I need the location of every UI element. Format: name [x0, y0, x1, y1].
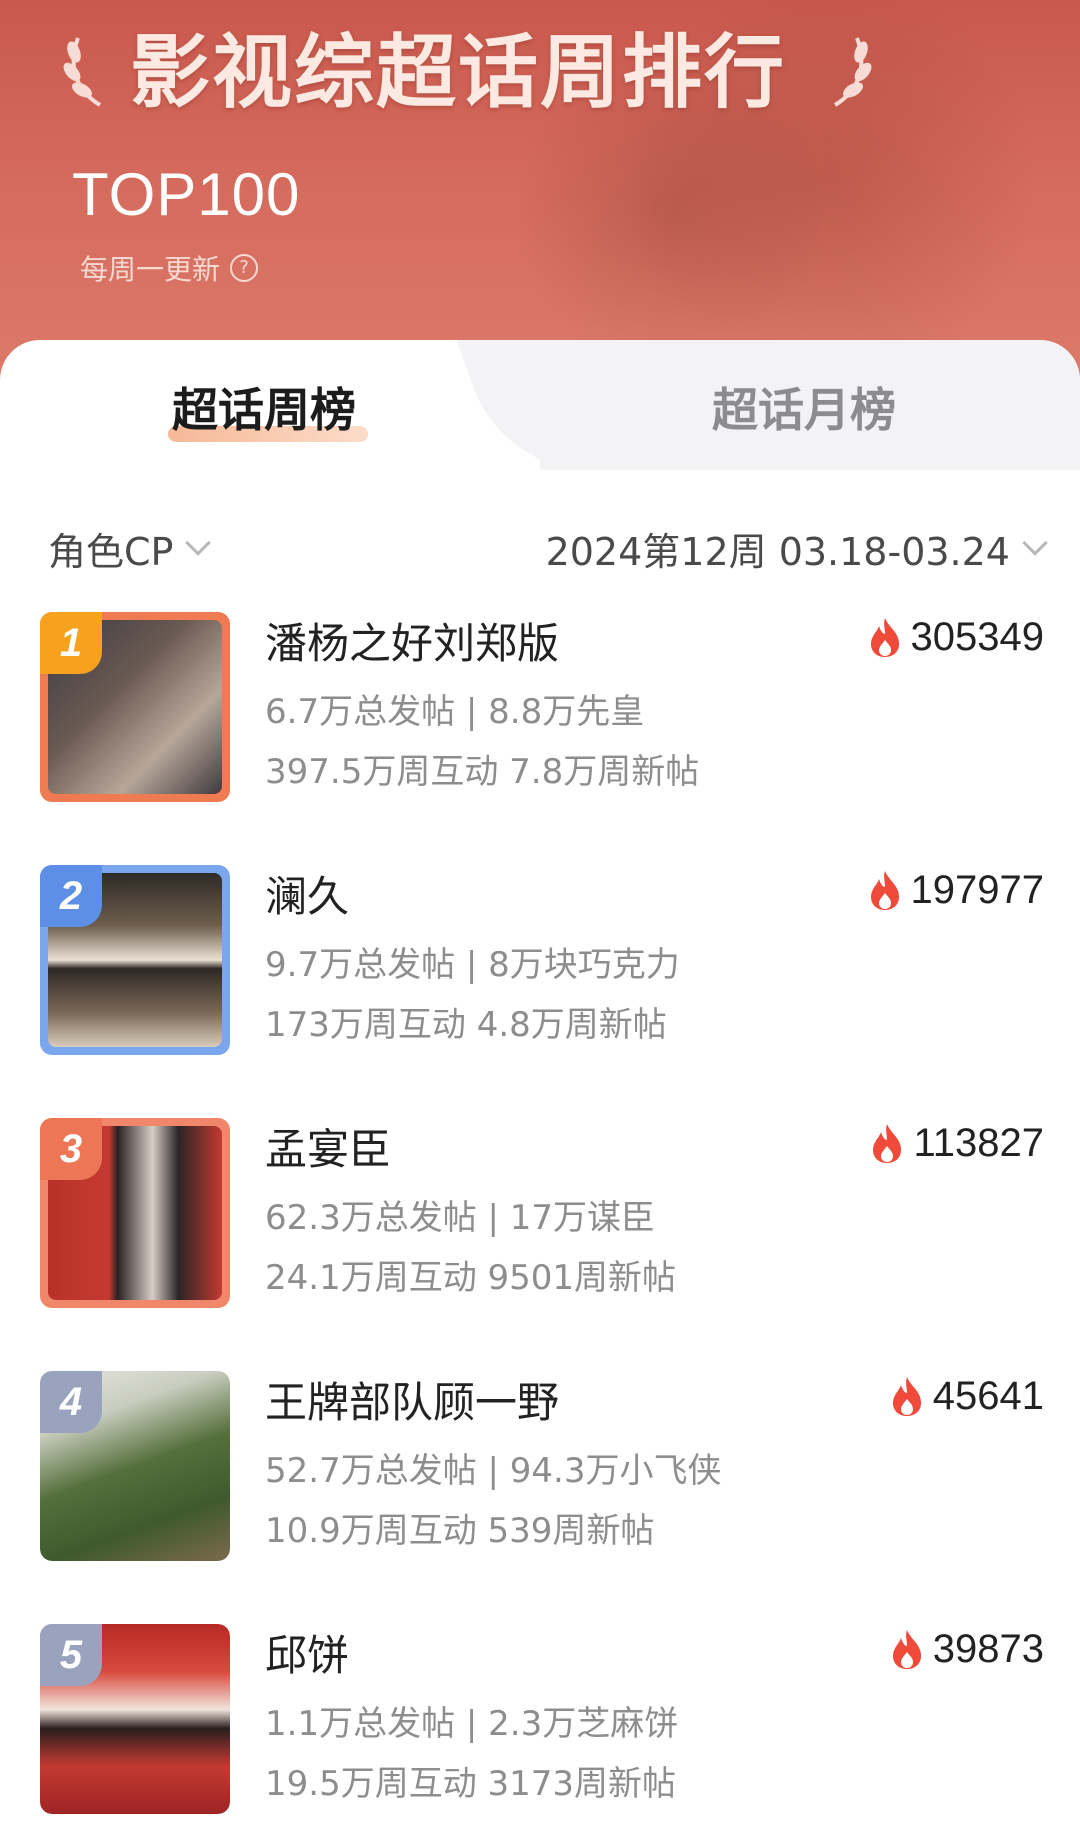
update-note-row: 每周一更新 ?: [80, 250, 259, 286]
rank-badge: 5: [40, 1624, 102, 1686]
list-item[interactable]: 5 邱饼 1.1万总发帖 | 2.3万芝麻饼 19.5万周互动 3173周新帖 …: [0, 1620, 1080, 1844]
flame-icon: [873, 1124, 902, 1163]
rank-badge: 3: [40, 1118, 102, 1180]
heat-value: 45641: [932, 1373, 1044, 1418]
heat-score: 45641: [889, 1371, 1044, 1421]
list-item[interactable]: 3 孟宴臣 62.3万总发帖 | 17万谋臣 24.1万周互动 9501周新帖 …: [0, 1114, 1080, 1367]
header-banner: 影视综超话周排行 TOP100 每周一更新 ?: [0, 0, 1080, 380]
item-title: 邱饼: [265, 1631, 350, 1680]
category-label: 角色CP: [48, 529, 174, 574]
flame-icon: [870, 618, 899, 657]
list-item[interactable]: 4 王牌部队顾一野 52.7万总发帖 | 94.3万小飞侠 10.9万周互动 5…: [0, 1367, 1080, 1620]
chevron-down-icon: [1022, 530, 1048, 556]
rank-badge: 2: [40, 865, 102, 927]
thumbnail-frame[interactable]: 1: [40, 612, 230, 802]
heat-value: 197977: [910, 867, 1044, 912]
item-stats: 1.1万总发帖 | 2.3万芝麻饼: [265, 1704, 679, 1744]
item-weekly-stats: 24.1万周互动 9501周新帖: [265, 1258, 677, 1298]
flame-icon: [892, 1630, 921, 1669]
heat-value: 305349: [910, 614, 1044, 659]
item-stats: 6.7万总发帖 | 8.8万先皇: [265, 692, 645, 732]
tab-monthly[interactable]: 超话月榜: [712, 380, 896, 440]
top100-label: TOP100: [72, 161, 301, 228]
tab-weekly[interactable]: 超话周榜: [172, 380, 356, 440]
thumbnail-frame[interactable]: 5: [40, 1624, 230, 1814]
item-weekly-stats: 397.5万周互动 7.8万周新帖: [265, 752, 700, 792]
tab-bar: 超话周榜 超话月榜: [0, 340, 1080, 480]
item-stats: 62.3万总发帖 | 17万谋臣: [265, 1198, 656, 1238]
item-weekly-stats: 173万周互动 4.8万周新帖: [265, 1005, 667, 1045]
flame-icon: [870, 871, 899, 910]
chevron-down-icon: [185, 530, 212, 556]
item-weekly-stats: 19.5万周互动 3173周新帖: [265, 1764, 677, 1804]
heat-score: 305349: [867, 612, 1044, 662]
item-stats: 52.7万总发帖 | 94.3万小飞侠: [265, 1451, 722, 1491]
item-title: 潘杨之好刘郑版: [265, 619, 560, 668]
heat-score: 39873: [889, 1624, 1044, 1674]
list-item[interactable]: 2 澜久 9.7万总发帖 | 8万块巧克力 173万周互动 4.8万周新帖 19…: [0, 861, 1080, 1114]
category-dropdown[interactable]: 角色CP: [48, 518, 212, 578]
page-title: 影视综超话周排行: [130, 26, 786, 119]
flame-icon: [892, 1377, 921, 1416]
update-note: 每周一更新: [80, 253, 221, 286]
heat-score: 113827: [869, 1118, 1044, 1168]
thumbnail-frame[interactable]: 3: [40, 1118, 230, 1308]
help-icon[interactable]: ?: [230, 254, 259, 282]
item-weekly-stats: 10.9万周互动 539周新帖: [265, 1511, 655, 1551]
thumbnail-frame[interactable]: 4: [40, 1371, 230, 1561]
filter-bar: 角色CP 2024第12周 03.18-03.24: [0, 518, 1080, 578]
rank-list: 1 潘杨之好刘郑版 6.7万总发帖 | 8.8万先皇 397.5万周互动 7.8…: [0, 608, 1080, 1844]
item-title: 王牌部队顾一野: [265, 1378, 560, 1427]
item-stats: 9.7万总发帖 | 8万块巧克力: [265, 945, 680, 985]
heat-score: 197977: [867, 865, 1044, 915]
heat-value: 39873: [932, 1626, 1044, 1671]
period-label: 2024第12周 03.18-03.24: [545, 529, 1010, 574]
rank-badge: 4: [40, 1371, 102, 1433]
thumbnail-frame[interactable]: 2: [40, 865, 230, 1055]
laurel-right-icon: [833, 37, 872, 107]
rank-badge: 1: [40, 612, 102, 674]
laurel-left-icon: [63, 37, 102, 107]
heat-value: 113827: [913, 1120, 1044, 1165]
period-dropdown[interactable]: 2024第12周 03.18-03.24: [545, 518, 1048, 578]
list-item[interactable]: 1 潘杨之好刘郑版 6.7万总发帖 | 8.8万先皇 397.5万周互动 7.8…: [0, 608, 1080, 861]
ranking-card: 超话周榜 超话月榜 角色CP 2024第12周 03.18-03.24 1 潘杨…: [0, 340, 1080, 1844]
item-title: 澜久: [265, 872, 350, 921]
item-title: 孟宴臣: [265, 1125, 392, 1174]
